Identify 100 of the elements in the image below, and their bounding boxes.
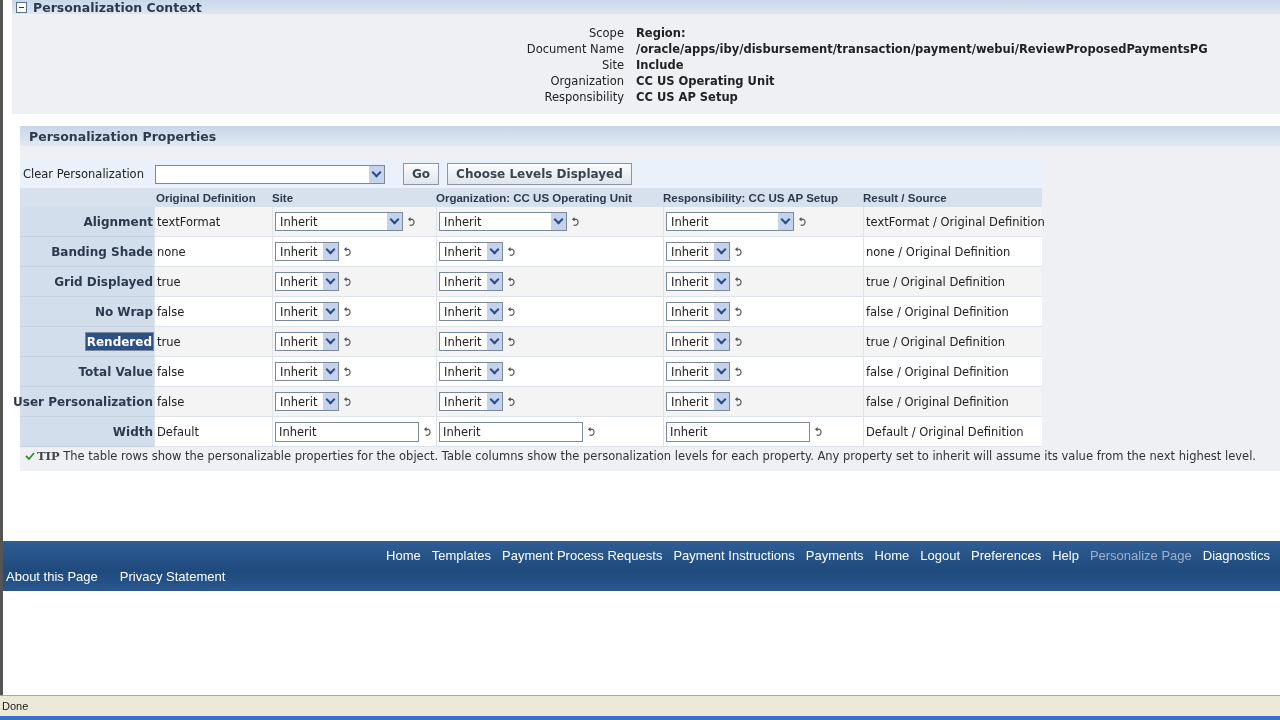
revert-icon[interactable] xyxy=(571,215,580,228)
footer-link[interactable]: Preferences xyxy=(971,548,1042,563)
property-label: Alignment xyxy=(82,214,154,229)
section-title: Personalization Properties xyxy=(29,128,217,144)
property-label: Rendered xyxy=(84,332,154,351)
footer-link[interactable]: Payments xyxy=(805,548,864,563)
input-field[interactable]: Inherit xyxy=(439,421,583,442)
footer-link[interactable]: Templates xyxy=(431,548,491,563)
footer-link[interactable]: Home xyxy=(386,548,421,563)
table-cell: false / Original Definition xyxy=(866,394,1009,409)
table-cell: textFormat xyxy=(157,214,221,229)
revert-icon[interactable] xyxy=(734,305,743,318)
dropdown[interactable]: Inherit xyxy=(275,242,339,261)
revert-icon[interactable] xyxy=(407,215,416,228)
revert-icon[interactable] xyxy=(343,305,352,318)
dropdown[interactable]: Inherit xyxy=(666,362,730,381)
field-label: Responsibility xyxy=(543,90,624,104)
revert-icon[interactable] xyxy=(734,245,743,258)
revert-icon[interactable] xyxy=(587,425,596,438)
revert-icon[interactable] xyxy=(734,395,743,408)
revert-icon[interactable] xyxy=(814,425,823,438)
table-cell: true xyxy=(157,334,181,349)
footer-link[interactable]: Diagnostics xyxy=(1202,548,1270,563)
footer-link[interactable]: Help xyxy=(1052,548,1079,563)
table-cell: Default / Original Definition xyxy=(866,424,1024,439)
revert-icon[interactable] xyxy=(343,275,352,288)
revert-icon[interactable] xyxy=(507,395,516,408)
column-header: Organization: CC US Operating Unit xyxy=(436,188,663,207)
revert-icon[interactable] xyxy=(507,275,516,288)
property-label: Total Value xyxy=(77,364,154,379)
property-label: User Personalization xyxy=(12,394,154,409)
revert-icon[interactable] xyxy=(343,395,352,408)
status-text: Done xyxy=(2,700,29,712)
column-header: Result / Source xyxy=(863,188,1042,207)
dropdown[interactable]: Inherit xyxy=(275,392,339,411)
revert-icon[interactable] xyxy=(507,335,516,348)
dropdown[interactable]: Inherit xyxy=(666,272,730,291)
column-header: Responsibility: CC US AP Setup xyxy=(663,188,863,207)
footer-link[interactable]: Logout xyxy=(920,548,961,563)
dropdown[interactable]: Inherit xyxy=(666,302,730,321)
field-label: Site xyxy=(600,58,624,72)
table-cell: false xyxy=(157,304,185,319)
revert-icon[interactable] xyxy=(343,335,352,348)
revert-icon[interactable] xyxy=(734,335,743,348)
revert-icon[interactable] xyxy=(798,215,807,228)
dropdown[interactable]: Inherit xyxy=(275,212,403,231)
dropdown[interactable]: Inherit xyxy=(275,302,339,321)
property-label: Banding Shade xyxy=(50,244,154,259)
table-cell: true / Original Definition xyxy=(866,274,1006,289)
dropdown[interactable] xyxy=(155,164,385,184)
field-value: Include xyxy=(636,58,685,72)
footer-link[interactable]: Payment Instructions xyxy=(673,548,795,563)
table-cell: false / Original Definition xyxy=(866,304,1009,319)
revert-icon[interactable] xyxy=(423,425,432,438)
dropdown[interactable]: Inherit xyxy=(439,362,503,381)
revert-icon[interactable] xyxy=(343,365,352,378)
collapse-icon[interactable] xyxy=(16,1,27,13)
table-cell: Default xyxy=(157,424,200,439)
dropdown[interactable]: Inherit xyxy=(666,242,730,261)
dropdown[interactable]: Inherit xyxy=(439,212,567,231)
field-label: Clear Personalization xyxy=(23,167,145,181)
field-label: Document Name xyxy=(525,42,624,56)
footer-link[interactable]: Privacy Statement xyxy=(119,569,226,584)
dropdown[interactable]: Inherit xyxy=(439,242,503,261)
dropdown[interactable]: Inherit xyxy=(666,392,730,411)
table-cell: true / Original Definition xyxy=(866,334,1006,349)
field-value: /oracle/apps/iby/disbursement/transaction/payment/webui/ReviewProposedPaymentsPG xyxy=(636,42,1209,56)
dropdown[interactable]: Inherit xyxy=(439,302,503,321)
revert-icon[interactable] xyxy=(507,305,516,318)
revert-icon[interactable] xyxy=(734,275,743,288)
dropdown[interactable]: Inherit xyxy=(439,332,503,351)
tip-text: TIP The table rows show the personalizable properties for the object. Table columns show the personalization levels for each property. Any property set to inherit will assume its value from the next highest level. xyxy=(37,449,1256,463)
footer-link[interactable]: Home xyxy=(874,548,910,563)
field-value: CC US AP Setup xyxy=(636,90,739,104)
go-button[interactable]: Go xyxy=(403,163,440,185)
field-value: Region: xyxy=(636,26,687,40)
footer-link[interactable]: Payment Process Requests xyxy=(502,548,663,563)
input-field[interactable]: Inherit xyxy=(666,421,810,442)
input-field[interactable]: Inherit xyxy=(275,421,419,442)
dropdown[interactable]: Inherit xyxy=(439,272,503,291)
choose-levels-button[interactable]: Choose Levels Displayed xyxy=(447,163,632,185)
field-value: CC US Operating Unit xyxy=(636,74,776,88)
section-title: Personalization Context xyxy=(33,0,202,15)
revert-icon[interactable] xyxy=(507,365,516,378)
table-cell: textFormat / Original Definition xyxy=(866,214,1045,229)
check-icon xyxy=(25,452,35,460)
revert-icon[interactable] xyxy=(734,365,743,378)
table-cell: false xyxy=(157,394,185,409)
dropdown[interactable]: Inherit xyxy=(275,272,339,291)
dropdown[interactable]: Inherit xyxy=(275,362,339,381)
footer-link[interactable]: About this Page xyxy=(6,569,98,584)
field-label: Scope xyxy=(587,26,624,40)
dropdown[interactable]: Inherit xyxy=(666,332,730,351)
revert-icon[interactable] xyxy=(507,245,516,258)
revert-icon[interactable] xyxy=(343,245,352,258)
column-header: Original Definition xyxy=(154,188,272,207)
dropdown[interactable]: Inherit xyxy=(666,212,794,231)
dropdown[interactable]: Inherit xyxy=(439,392,503,411)
dropdown[interactable]: Inherit xyxy=(275,332,339,351)
table-cell: true xyxy=(157,274,181,289)
